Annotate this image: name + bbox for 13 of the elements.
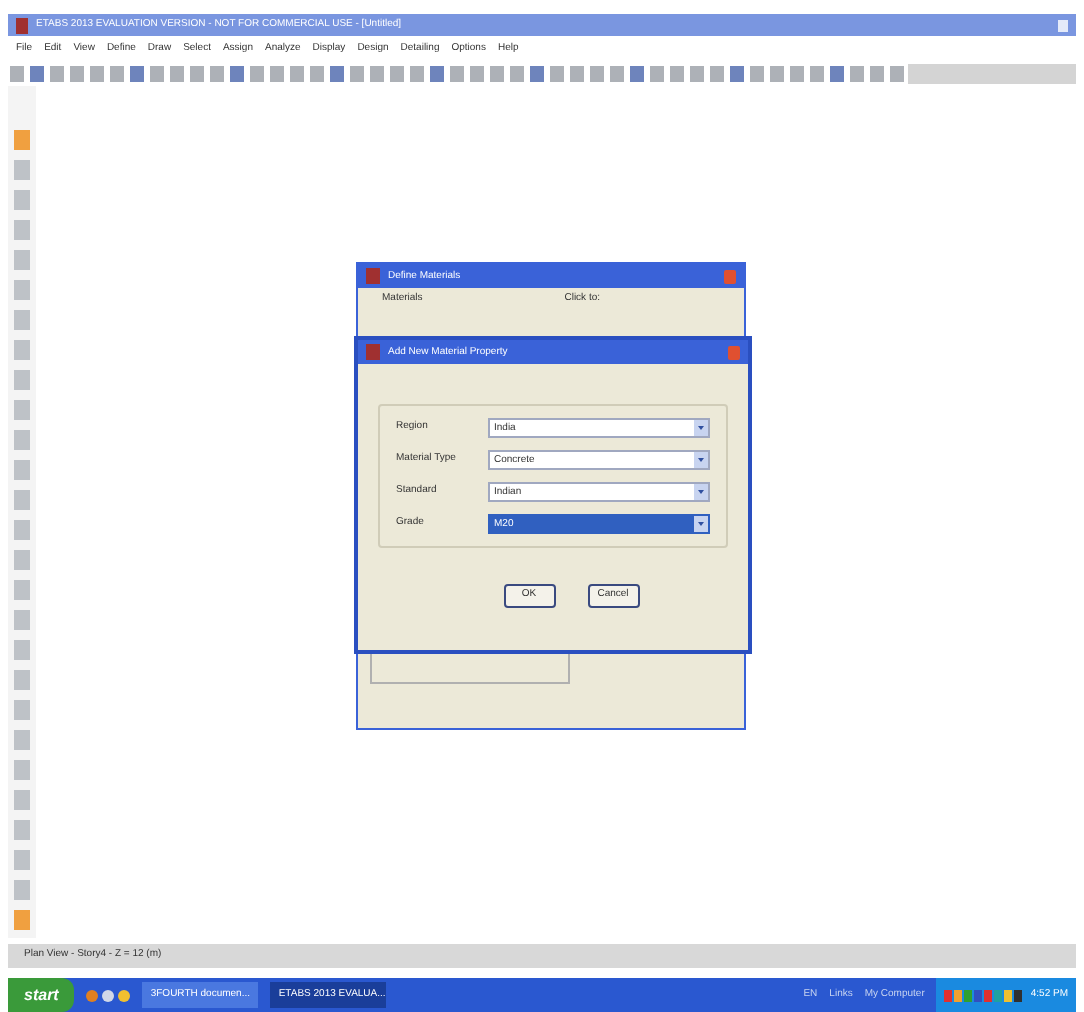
dropdown-arrow-icon [694,452,708,468]
dropdown-arrow-icon [694,516,708,532]
dropdown-arrow-icon [694,484,708,500]
app-icon [16,17,28,33]
dropdown-arrow-icon [694,420,708,436]
quick-launch-icons [86,989,131,1001]
app-icon [366,268,380,284]
close-icon[interactable] [728,345,740,359]
tray-icons-drawing [944,989,1023,1001]
close-icon[interactable] [1058,19,1068,31]
app-icon [366,344,380,360]
start-button[interactable]: start [8,978,75,1012]
close-icon[interactable] [724,269,736,283]
